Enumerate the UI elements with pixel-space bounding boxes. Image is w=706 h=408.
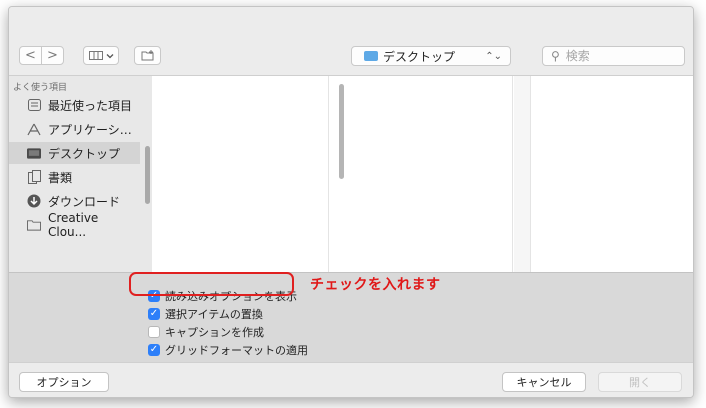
- search-input[interactable]: [563, 48, 678, 64]
- sidebar-item-recents[interactable]: 最近使った項目: [9, 94, 140, 116]
- columns-view-icon: [88, 51, 103, 60]
- sidebar-item-label: アプリケーシ…: [48, 122, 132, 137]
- sidebar-item-desktop[interactable]: デスクトップ: [9, 142, 140, 164]
- new-folder-button[interactable]: [134, 46, 161, 65]
- updown-chevron-icon: ⌃⌄: [485, 50, 502, 62]
- sidebar-item-applications[interactable]: アプリケーシ…: [9, 118, 140, 140]
- location-popup[interactable]: デスクトップ ⌃⌄: [351, 46, 511, 66]
- chevron-down-icon: [106, 53, 113, 58]
- documents-icon: [27, 170, 41, 184]
- sidebar-item-label: 最近使った項目: [48, 98, 133, 113]
- sidebar-item-label: 書類: [48, 170, 73, 185]
- sidebar-scrollbar[interactable]: [145, 146, 150, 204]
- sidebar-item-documents[interactable]: 書類: [9, 166, 140, 188]
- column-browser: [152, 76, 693, 272]
- option-label: グリッドフォーマットの適用: [165, 344, 308, 357]
- cancel-button[interactable]: キャンセル: [502, 372, 586, 392]
- option-apply-grid-format[interactable]: ✓ グリッドフォーマットの適用: [148, 342, 308, 358]
- folder-icon: [27, 218, 41, 232]
- search-field[interactable]: ⚲: [542, 46, 685, 66]
- recents-icon: [27, 98, 41, 112]
- toolbar: < > デスクトップ ⌃⌄ ⚲ 検索: [9, 7, 693, 76]
- desktop-folder-icon: [364, 51, 378, 61]
- desktop-icon: [27, 146, 41, 160]
- option-label: キャプションを作成: [165, 326, 264, 339]
- search-icon: ⚲: [551, 49, 560, 63]
- checkbox-checked[interactable]: ✓: [148, 308, 160, 320]
- open-button[interactable]: 開く: [598, 372, 682, 392]
- sidebar-item-label: デスクトップ: [48, 146, 121, 161]
- view-mode-button[interactable]: [83, 46, 119, 65]
- back-button[interactable]: <: [20, 47, 41, 64]
- column-resize-area: [514, 76, 530, 272]
- sidebar-item-label: ダウンロード: [48, 194, 121, 209]
- option-label: 選択アイテムの置換: [165, 308, 263, 321]
- options-button[interactable]: オプション: [19, 372, 109, 392]
- open-file-dialog: < > デスクトップ ⌃⌄ ⚲ 検索 よく使う項目 最近使った項目 アプリケーシ…: [8, 6, 694, 398]
- nav-buttons: < >: [19, 46, 64, 65]
- sidebar-item-downloads[interactable]: ダウンロード: [9, 190, 140, 212]
- column-scrollbar[interactable]: [339, 84, 344, 179]
- sidebar: よく使う項目 最近使った項目 アプリケーシ… デスクトップ 書類 ダウンロード …: [9, 76, 152, 272]
- column-divider[interactable]: [530, 76, 531, 272]
- sidebar-item-label: Creative Clou...: [48, 211, 99, 239]
- sidebar-heading: よく使う項目: [13, 83, 68, 93]
- annotation-highlight-box: [129, 272, 294, 296]
- option-replace-selected[interactable]: ✓ 選択アイテムの置換: [148, 306, 263, 322]
- downloads-icon: [27, 194, 41, 208]
- option-create-captions[interactable]: キャプションを作成: [148, 324, 264, 340]
- column-divider[interactable]: [328, 76, 329, 272]
- annotation-text: チェックを入れます: [310, 277, 441, 293]
- checkbox-unchecked[interactable]: [148, 326, 160, 338]
- checkbox-checked[interactable]: ✓: [148, 344, 160, 356]
- applications-icon: [27, 122, 41, 136]
- new-folder-icon: [141, 50, 153, 61]
- column-divider[interactable]: [512, 76, 513, 272]
- sidebar-item-creative-cloud[interactable]: Creative Clou...: [9, 211, 140, 239]
- location-label: デスクトップ: [383, 49, 456, 64]
- bottom-bar: オプション キャンセル 開く: [9, 362, 693, 397]
- forward-button[interactable]: >: [42, 47, 63, 64]
